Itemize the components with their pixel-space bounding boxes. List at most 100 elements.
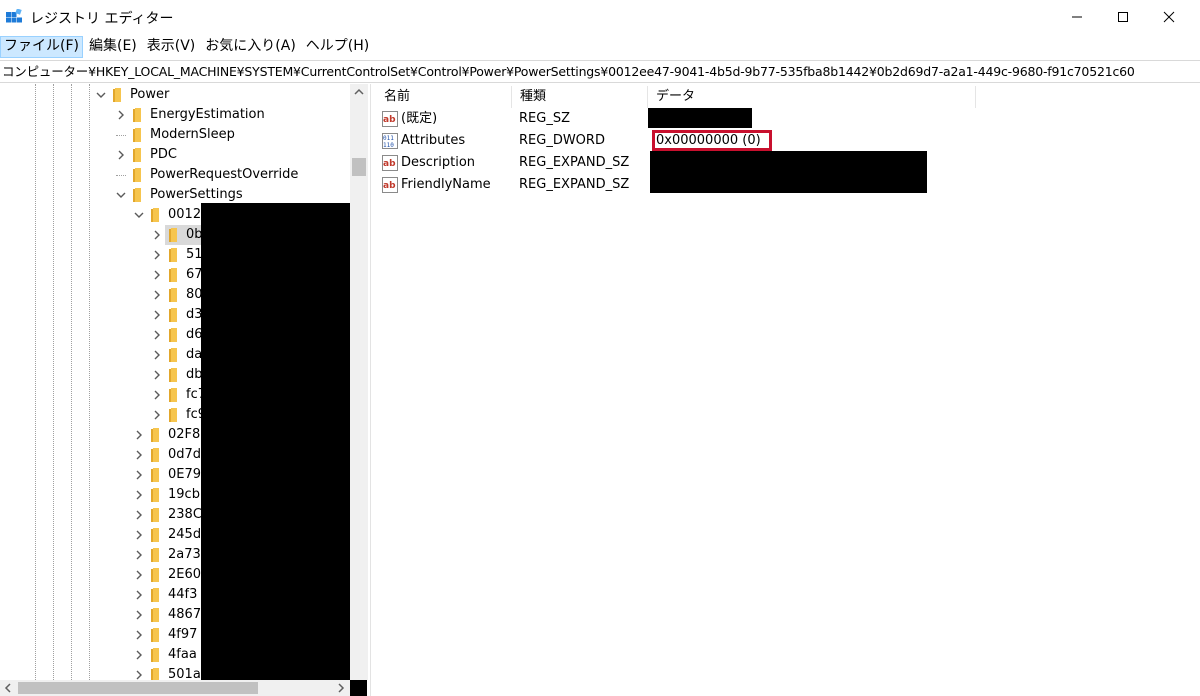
tree-node[interactable]: EnergyEstimation <box>0 105 350 125</box>
tree-node-label: 0d7d <box>168 447 202 462</box>
column-name[interactable]: 名前 <box>376 86 512 108</box>
tree-node[interactable]: ModernSleep <box>0 125 350 145</box>
folder-icon <box>151 528 159 542</box>
menu-file[interactable]: ファイル(F) <box>0 36 83 58</box>
menu-edit[interactable]: 編集(E) <box>85 36 141 58</box>
svg-text:ab: ab <box>383 181 396 191</box>
chevron-right-icon[interactable] <box>134 465 144 485</box>
close-button[interactable] <box>1146 0 1192 34</box>
folder-icon <box>151 568 159 582</box>
tree-horizontal-scrollbar[interactable] <box>0 680 350 696</box>
folder-icon <box>169 288 177 302</box>
folder-icon <box>151 208 159 222</box>
value-type: REG_DWORD <box>519 133 605 148</box>
chevron-right-icon[interactable] <box>134 525 144 545</box>
folder-icon <box>151 488 159 502</box>
folder-icon <box>169 408 177 422</box>
close-icon <box>1163 11 1175 23</box>
folder-icon <box>133 188 141 202</box>
registry-editor-icon <box>6 9 22 23</box>
tree-node[interactable]: PDC <box>0 145 350 165</box>
menu-favorites[interactable]: お気に入り(A) <box>201 36 300 58</box>
menu-help[interactable]: ヘルプ(H) <box>302 36 373 58</box>
chevron-right-icon[interactable] <box>134 605 144 625</box>
minimize-icon <box>1072 16 1082 18</box>
title-bar: レジストリ エディター <box>0 0 1200 34</box>
tree-horizontal-scroll-thumb[interactable] <box>18 682 258 694</box>
value-type: REG_EXPAND_SZ <box>519 177 630 192</box>
column-type[interactable]: 種類 <box>512 86 648 108</box>
chevron-right-icon[interactable] <box>152 245 162 265</box>
tree-node-label: Power <box>130 87 170 102</box>
scroll-up-icon[interactable] <box>354 88 364 96</box>
redaction-block <box>650 151 927 193</box>
chevron-right-icon[interactable] <box>134 445 144 465</box>
chevron-right-icon[interactable] <box>152 325 162 345</box>
maximize-icon <box>1118 12 1128 22</box>
folder-icon <box>151 508 159 522</box>
tree-node[interactable]: Power <box>0 85 350 105</box>
string-value-icon: ab <box>382 155 398 171</box>
folder-icon <box>133 128 141 142</box>
folder-icon <box>151 648 159 662</box>
tree-node-label: PowerSettings <box>150 187 243 202</box>
binary-value-icon: 110011 <box>382 133 398 149</box>
tree-node-label: 4867 <box>168 607 202 622</box>
tree-node-label: 4faa <box>168 647 197 662</box>
chevron-right-icon[interactable] <box>134 645 144 665</box>
chevron-right-icon[interactable] <box>152 265 162 285</box>
tree-node-label: 02F8 <box>168 427 201 442</box>
folder-icon <box>151 588 159 602</box>
tree-node[interactable]: PowerRequestOverride <box>0 165 350 185</box>
scroll-left-icon[interactable] <box>4 683 12 693</box>
chevron-right-icon[interactable] <box>152 385 162 405</box>
chevron-right-icon[interactable] <box>134 625 144 645</box>
chevron-right-icon[interactable] <box>116 145 126 165</box>
redaction-block <box>221 223 367 423</box>
chevron-right-icon[interactable] <box>134 585 144 605</box>
scroll-right-icon[interactable] <box>337 683 345 693</box>
tree-node[interactable]: PowerSettings <box>0 185 350 205</box>
tree-node-label: 2a73 <box>168 547 201 562</box>
value-type: REG_EXPAND_SZ <box>519 155 630 170</box>
value-name: Description <box>401 155 476 170</box>
chevron-right-icon[interactable] <box>134 545 144 565</box>
chevron-right-icon[interactable] <box>134 565 144 585</box>
folder-icon <box>169 268 177 282</box>
tree-node-label: 0012 <box>168 207 202 222</box>
chevron-right-icon[interactable] <box>152 285 162 305</box>
folder-icon <box>169 348 177 362</box>
maximize-button[interactable] <box>1100 0 1146 34</box>
chevron-right-icon[interactable] <box>134 485 144 505</box>
chevron-right-icon[interactable] <box>134 425 144 445</box>
folder-icon <box>133 108 141 122</box>
tree-node-label: 238C <box>168 507 202 522</box>
chevron-right-icon[interactable] <box>152 405 162 425</box>
svg-text:ab: ab <box>383 159 396 169</box>
folder-icon <box>169 248 177 262</box>
chevron-down-icon[interactable] <box>134 205 144 225</box>
chevron-down-icon[interactable] <box>96 85 106 105</box>
value-row[interactable]: ab (既定) REG_SZ <box>376 108 1200 130</box>
chevron-right-icon[interactable] <box>152 365 162 385</box>
folder-icon <box>169 308 177 322</box>
chevron-right-icon[interactable] <box>152 345 162 365</box>
tree-vertical-scrollbar[interactable] <box>350 84 368 680</box>
folder-icon <box>151 468 159 482</box>
chevron-right-icon[interactable] <box>116 105 126 125</box>
tree-vertical-scroll-thumb[interactable] <box>352 158 366 176</box>
tree-node-label: 44f3 <box>168 587 198 602</box>
chevron-right-icon[interactable] <box>134 505 144 525</box>
folder-icon <box>151 548 159 562</box>
highlight-box <box>652 130 772 151</box>
minimize-button[interactable] <box>1054 0 1100 34</box>
chevron-down-icon[interactable] <box>116 185 126 205</box>
address-bar[interactable]: コンピューター¥HKEY_LOCAL_MACHINE¥SYSTEM¥Curren… <box>0 60 1200 83</box>
chevron-right-icon[interactable] <box>152 305 162 325</box>
menu-view[interactable]: 表示(V) <box>143 36 200 58</box>
chevron-right-icon[interactable] <box>152 225 162 245</box>
string-value-icon: ab <box>382 111 398 127</box>
column-data[interactable]: データ <box>648 86 976 108</box>
value-row[interactable]: 110 011 Attributes REG_DWORD 0x00000000 (0) <box>376 130 1200 152</box>
values-list: 名前 種類 データ ab (既定) REG_SZ 110 011 Attributes RE… <box>376 84 1200 696</box>
